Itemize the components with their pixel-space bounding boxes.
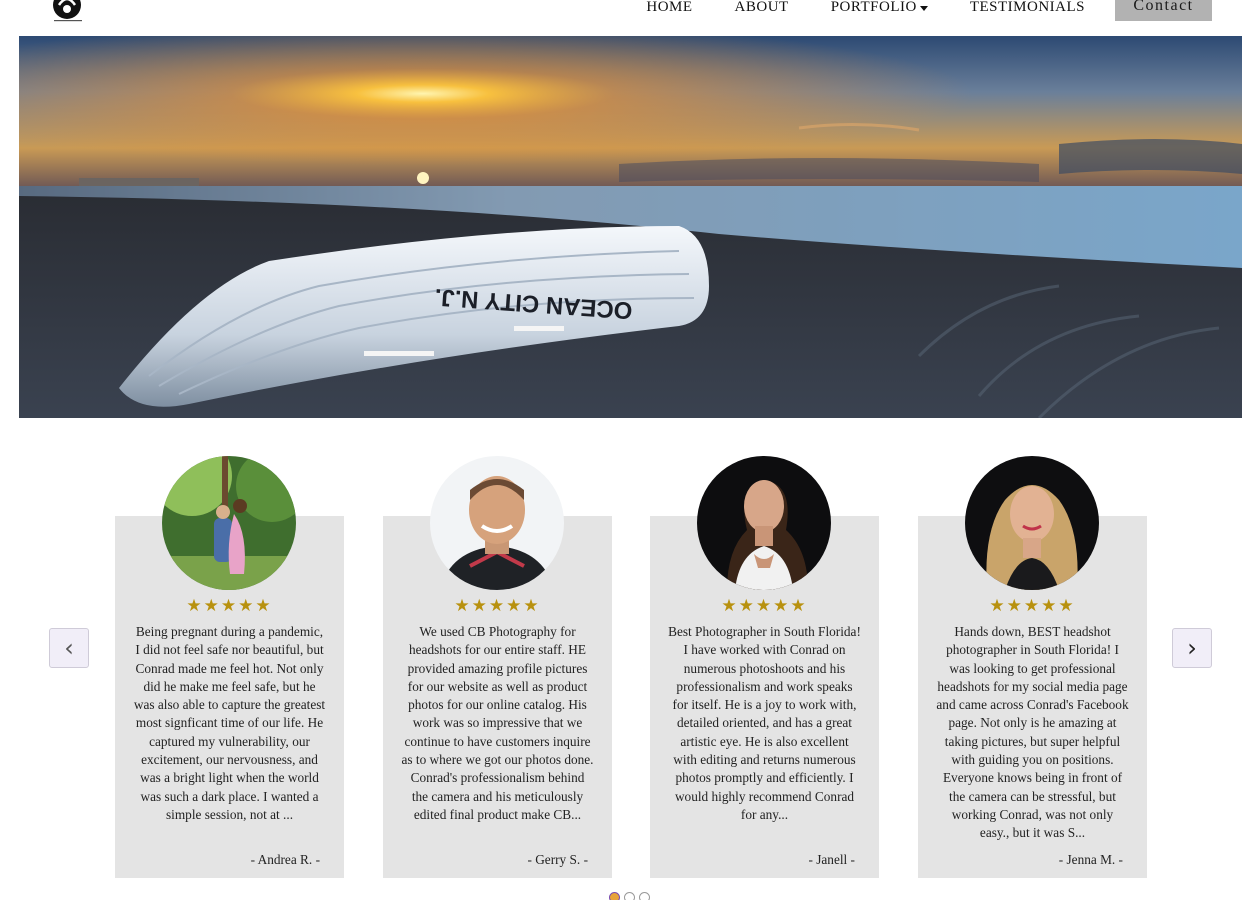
carousel-prev-button[interactable]: ‹ bbox=[49, 628, 89, 668]
nav-portfolio-label: PORTFOLIO bbox=[830, 0, 917, 15]
carousel-next-button[interactable]: › bbox=[1172, 628, 1212, 668]
contact-button[interactable]: Contact bbox=[1115, 0, 1212, 21]
nav-testimonials[interactable]: TESTIMONIALS bbox=[970, 0, 1085, 16]
avatar bbox=[430, 456, 564, 590]
avatar bbox=[162, 456, 296, 590]
site-header: HOME ABOUT PORTFOLIO TESTIMONIALS Contac… bbox=[0, 0, 1260, 36]
star-rating: ★★★★★ bbox=[186, 596, 273, 616]
hero-image: OCEAN CITY N.J. bbox=[19, 36, 1242, 418]
carousel-dot-1[interactable] bbox=[609, 892, 620, 900]
testimonial-text: Hands down, BEST headshot photographer i… bbox=[936, 624, 1129, 841]
testimonial-text: Being pregnant during a pandemic, I did … bbox=[133, 624, 326, 822]
testimonial-author: - Andrea R. - bbox=[250, 852, 320, 867]
testimonial-author: - Gerry S. - bbox=[527, 852, 588, 867]
testimonial-author: - Jenna M. - bbox=[1058, 852, 1123, 867]
caret-down-icon bbox=[919, 5, 928, 11]
nav-home[interactable]: HOME bbox=[646, 0, 692, 16]
main-nav: HOME ABOUT PORTFOLIO TESTIMONIALS Contac… bbox=[616, 0, 1212, 21]
site-logo[interactable] bbox=[50, 0, 86, 24]
testimonials-carousel: ‹ ★★★★★ Being pregnant during a pandemic… bbox=[0, 440, 1260, 900]
avatar bbox=[965, 456, 1099, 590]
star-rating: ★★★★★ bbox=[721, 596, 808, 616]
testimonial-author: - Janell - bbox=[808, 852, 855, 867]
avatar bbox=[697, 456, 831, 590]
testimonial-text: Best Photographer in South Florida! I ha… bbox=[668, 624, 861, 822]
nav-portfolio[interactable]: PORTFOLIO bbox=[831, 0, 928, 16]
testimonial-text: We used CB Photography for headshots for… bbox=[401, 624, 594, 822]
carousel-dot-3[interactable] bbox=[639, 892, 650, 900]
carousel-indicators bbox=[609, 892, 654, 900]
carousel-dot-2[interactable] bbox=[624, 892, 635, 900]
star-rating: ★★★★★ bbox=[989, 596, 1076, 616]
nav-about[interactable]: ABOUT bbox=[735, 0, 789, 16]
star-rating: ★★★★★ bbox=[454, 596, 541, 616]
hero-banner: OCEAN CITY N.J. bbox=[19, 36, 1242, 418]
